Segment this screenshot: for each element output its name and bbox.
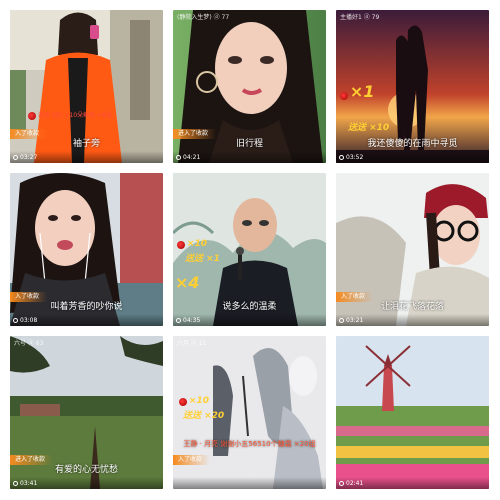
room-info: (静院入生梦) ⓓ 77 <box>177 14 230 21</box>
video-tile-2[interactable]: (静院入生梦) ⓓ 77 进入了收款 旧行程 04:21 <box>173 10 326 163</box>
duration-text: 03:41 <box>20 480 38 487</box>
duration: 04:35 <box>176 317 200 324</box>
duration: 03:08 <box>13 317 37 324</box>
duration: 04:21 <box>176 154 200 161</box>
play-icon <box>339 481 344 486</box>
play-icon <box>339 318 344 323</box>
gift-message-3: ×4 <box>175 273 200 292</box>
play-icon <box>13 481 18 486</box>
duration-text: 04:21 <box>183 154 201 161</box>
lyric-caption: 叫着芳香的吵你说 <box>50 302 123 312</box>
gift-message-2: 送送 ×20 <box>183 408 224 421</box>
video-tile-8[interactable]: 六月 ⓓ 11 ×10 送送 ×20 王静 · 月亮 谢谢小五56510个糖霜 … <box>173 336 326 489</box>
video-tile-7[interactable]: 六号 ⓓ 63 进入了收款 有爱的心无忧愁 03:41 <box>10 336 163 489</box>
gift-text: 送送 ×20 <box>183 411 225 421</box>
gift-text: ×10 <box>186 239 207 249</box>
gift-text: ×10 <box>188 396 209 406</box>
video-tile-5[interactable]: ×10 送送 ×1 ×4 说多么的温柔 04:35 <box>173 173 326 326</box>
duration-text: 03:27 <box>20 154 38 161</box>
video-tile-4[interactable]: 入了收款 叫着芳香的吵你说 03:08 <box>10 173 163 326</box>
video-grid: 送送 (送) ×10朵鲜花 ×8朵 入了收款 袖子旁 03:27 (静院入生梦) <box>0 0 500 500</box>
room-info: 主播好1 ⓓ 79 <box>340 14 380 21</box>
video-tile-3[interactable]: 主播好1 ⓓ 79 ×1 送送 ×10 我还傻傻的在雨中寻觅 03:52 <box>336 10 489 163</box>
video-tile-9[interactable]: 02:41 <box>336 336 489 489</box>
gift-text: 送送 ×1 <box>185 254 220 264</box>
duration-text: 02:41 <box>346 480 364 487</box>
play-icon <box>176 155 181 160</box>
lyric-caption: 旧行程 <box>235 139 263 149</box>
lyric-caption: 王静 · 月亮 谢谢小五56510个糖霜 ×20组 <box>183 440 316 448</box>
gift-count: ×1 <box>349 82 375 101</box>
play-icon <box>13 318 18 323</box>
gift-message: ×10 <box>179 396 209 406</box>
room-info: 六月 ⓓ 11 <box>177 340 207 347</box>
gift-count: ×4 <box>175 273 200 292</box>
duration: 03:27 <box>13 154 37 161</box>
rose-icon <box>179 397 187 406</box>
video-tile-1[interactable]: 送送 (送) ×10朵鲜花 ×8朵 入了收款 袖子旁 03:27 <box>10 10 163 163</box>
duration-text: 03:21 <box>346 317 364 324</box>
rose-icon <box>340 91 348 100</box>
duration: 03:21 <box>339 317 363 324</box>
video-tile-6[interactable]: 入了收款 让泪花飞落花落 03:21 <box>336 173 489 326</box>
duration-text: 03:52 <box>346 154 364 161</box>
gift-text: 送送 (送) ×10朵鲜花 ×8朵 <box>37 112 112 119</box>
duration: 03:52 <box>339 154 363 161</box>
play-icon <box>176 318 181 323</box>
gift-message: 送送 (送) ×10朵鲜花 ×8朵 <box>28 110 112 120</box>
lyric-caption: 我还傻傻的在雨中寻觅 <box>367 139 458 149</box>
duration: 02:41 <box>339 480 363 487</box>
duration-text: 04:35 <box>183 317 201 324</box>
play-icon <box>13 155 18 160</box>
gift-message-2: 送送 ×10 <box>348 120 389 133</box>
play-icon <box>339 155 344 160</box>
lyric-caption: 让泪花飞落花落 <box>380 302 444 312</box>
gift-text: 送送 ×10 <box>348 123 390 133</box>
gift-message: ×1 <box>340 82 374 101</box>
rose-icon <box>177 240 185 249</box>
video-thumbnail <box>336 336 489 489</box>
duration-text: 03:08 <box>20 317 38 324</box>
rose-icon <box>28 111 36 120</box>
lyric-caption: 袖子旁 <box>72 139 100 149</box>
room-info: 六号 ⓓ 63 <box>14 340 44 347</box>
lyric-caption: 说多么的温柔 <box>222 302 277 312</box>
duration: 03:41 <box>13 480 37 487</box>
lyric-caption: 有爱的心无忧愁 <box>54 465 118 475</box>
gift-message: ×10 <box>177 239 207 249</box>
entry-badge: 入了收款 <box>173 455 211 465</box>
gift-message-2: 送送 ×1 <box>185 251 220 264</box>
time-bar <box>173 477 326 489</box>
